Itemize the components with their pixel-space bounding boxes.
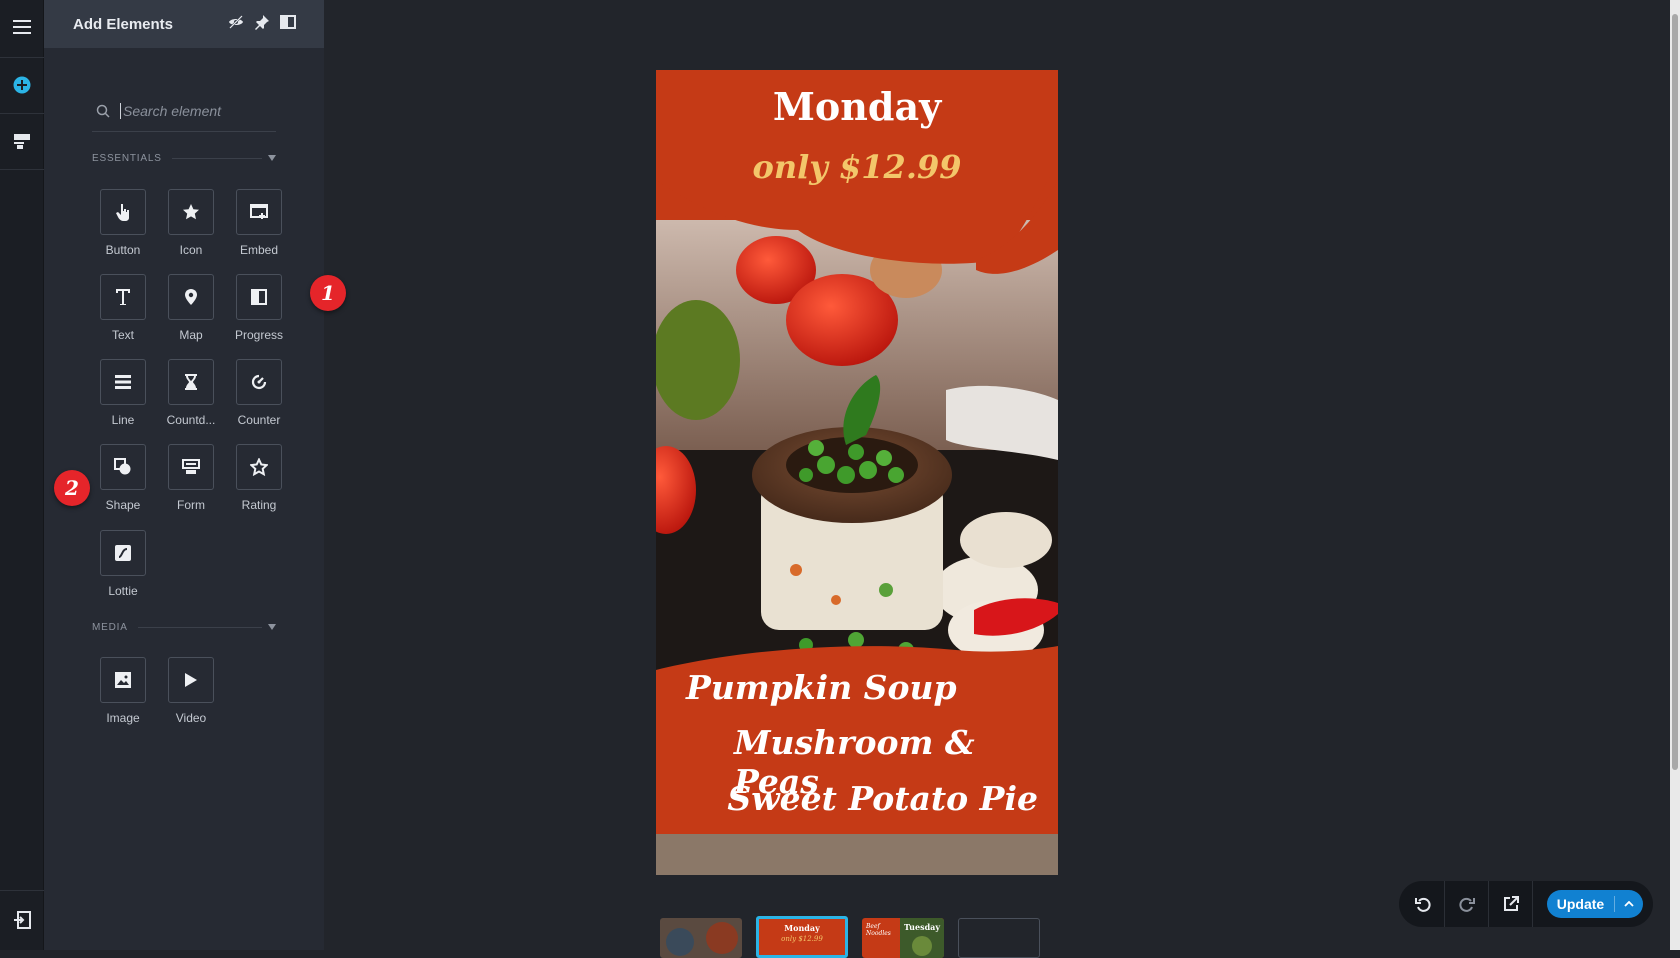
text-icon (116, 289, 130, 305)
redo-button[interactable] (1445, 881, 1489, 927)
element-label: Line (111, 413, 135, 427)
element-label: Embed (239, 243, 279, 257)
element-label: Icon (179, 243, 203, 257)
element-embed[interactable]: Embed (227, 189, 291, 269)
scrollbar-thumb[interactable] (1672, 14, 1678, 770)
story-canvas[interactable]: Monday only $12.99 Pumpkin Soup Mushroom… (656, 70, 1058, 875)
story-item-1[interactable]: Pumpkin Soup (686, 668, 957, 707)
thumbnail-page-empty[interactable] (958, 918, 1040, 958)
element-countdown[interactable]: Countd... (159, 359, 223, 439)
element-line[interactable]: Line (91, 359, 155, 439)
progress-icon (251, 289, 267, 305)
exit-editor-icon[interactable] (0, 898, 44, 942)
element-label: Form (177, 498, 205, 512)
element-label: Countd... (166, 413, 216, 427)
search-input[interactable] (120, 102, 270, 119)
update-label: Update (1547, 896, 1615, 912)
element-counter[interactable]: Counter (227, 359, 291, 439)
line-icon (115, 375, 131, 389)
section-media[interactable]: MEDIA (92, 620, 276, 634)
element-video[interactable]: Video (159, 657, 223, 737)
section-essentials-label: ESSENTIALS (92, 152, 162, 164)
chevron-down-icon (268, 624, 276, 630)
star-icon (183, 204, 199, 220)
element-image[interactable]: Image (91, 657, 155, 737)
search-bar (92, 90, 276, 132)
element-label: Text (111, 328, 134, 342)
thumbnail-page[interactable]: Tuesday Beef Noodles (862, 918, 944, 958)
rating-star-icon (250, 458, 268, 476)
element-label: Rating (241, 498, 277, 512)
preview-button[interactable] (1489, 881, 1533, 927)
element-label: Map (179, 328, 203, 342)
update-button[interactable]: Update (1547, 890, 1643, 918)
form-icon (182, 459, 200, 474)
element-progress[interactable]: Progress (227, 274, 291, 354)
chevron-up-icon[interactable] (1615, 901, 1643, 907)
image-icon (115, 672, 131, 688)
element-rating[interactable]: Rating (227, 444, 291, 524)
element-label: Progress (234, 328, 284, 342)
thumbnail-title: Monday (784, 923, 820, 933)
shape-icon (114, 458, 131, 475)
thumbnail-subtitle: Beef Noodles (866, 923, 891, 937)
external-link-icon (1503, 896, 1519, 911)
element-text[interactable]: Text (91, 274, 155, 354)
page-scrollbar[interactable] (1670, 0, 1680, 950)
element-button[interactable]: Button (91, 189, 155, 269)
redo-icon (1458, 897, 1475, 912)
section-media-label: MEDIA (92, 621, 128, 633)
hourglass-icon (185, 374, 197, 390)
left-rail (0, 0, 44, 950)
undo-button[interactable] (1401, 881, 1445, 927)
element-map[interactable]: Map (159, 274, 223, 354)
element-label: Image (106, 711, 140, 725)
eye-off-icon[interactable] (228, 14, 244, 35)
chevron-down-icon (268, 155, 276, 161)
panel-header: Add Elements (44, 0, 324, 48)
section-essentials[interactable]: ESSENTIALS (92, 151, 276, 165)
story-heading[interactable]: Monday (656, 84, 1058, 129)
element-label: Button (105, 243, 141, 257)
layout-icon[interactable] (0, 119, 44, 163)
element-lottie[interactable]: Lottie (91, 530, 155, 610)
element-form[interactable]: Form (159, 444, 223, 524)
element-label: Shape (105, 498, 141, 512)
element-icon[interactable]: Icon (159, 189, 223, 269)
undo-icon (1414, 897, 1431, 912)
embed-icon (250, 204, 268, 219)
thumbnail-title: Tuesday (903, 922, 940, 932)
dock-panel-icon[interactable] (280, 14, 296, 35)
element-label: Counter (237, 413, 281, 427)
thumbnail-subtitle: only $12.99 (781, 935, 823, 943)
story-item-3[interactable]: Sweet Potato Pie (727, 779, 1038, 818)
annotation-badge-1: 1 (310, 275, 346, 311)
play-icon (185, 673, 197, 687)
menu-icon[interactable] (0, 5, 44, 49)
story-price[interactable]: only $12.99 (656, 148, 1058, 186)
search-icon (96, 104, 110, 118)
lottie-icon (115, 545, 131, 561)
element-label: Lottie (108, 584, 138, 598)
pin-icon[interactable] (254, 14, 270, 35)
hand-pointer-icon (116, 204, 129, 221)
page-thumbnails: Monday only $12.99 Tuesday Beef Noodles (660, 916, 1040, 958)
element-shape[interactable]: Shape (91, 444, 155, 524)
thumbnail-page[interactable] (660, 918, 742, 958)
map-pin-icon (185, 289, 197, 305)
editor-toolbar: Update (1399, 881, 1653, 927)
add-element-icon[interactable] (0, 63, 44, 107)
annotation-badge-2: 2 (54, 470, 90, 506)
panel-title: Add Elements (73, 15, 174, 33)
thumbnail-page-selected[interactable]: Monday only $12.99 (756, 916, 848, 958)
counter-icon (251, 374, 267, 390)
element-label: Video (175, 711, 207, 725)
add-elements-panel: Add Elements ESSENTIALS Button Icon Embe… (44, 0, 324, 950)
